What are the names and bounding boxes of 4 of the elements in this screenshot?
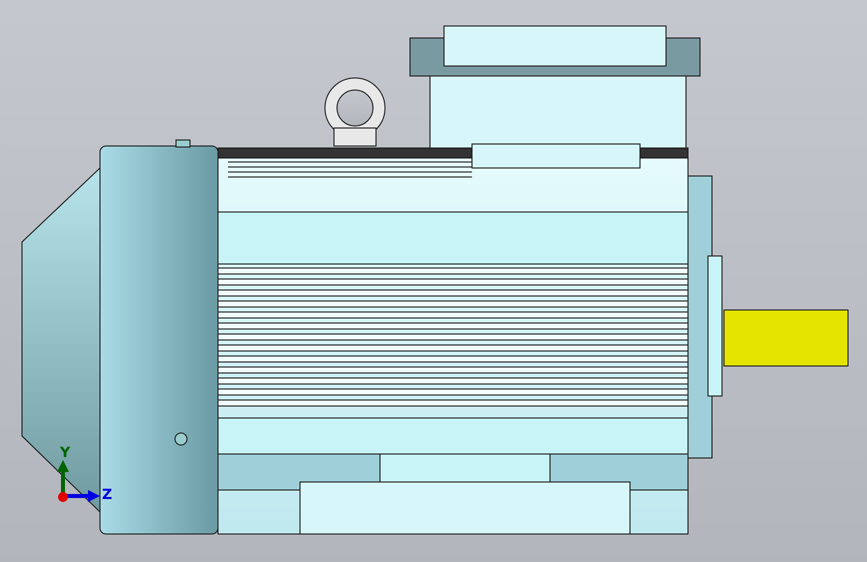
axis-label: Y bbox=[60, 445, 70, 461]
cad-viewport[interactable]: Y Z bbox=[0, 0, 867, 562]
axis-label: Z bbox=[102, 487, 112, 503]
origin-dot-icon bbox=[58, 492, 68, 502]
